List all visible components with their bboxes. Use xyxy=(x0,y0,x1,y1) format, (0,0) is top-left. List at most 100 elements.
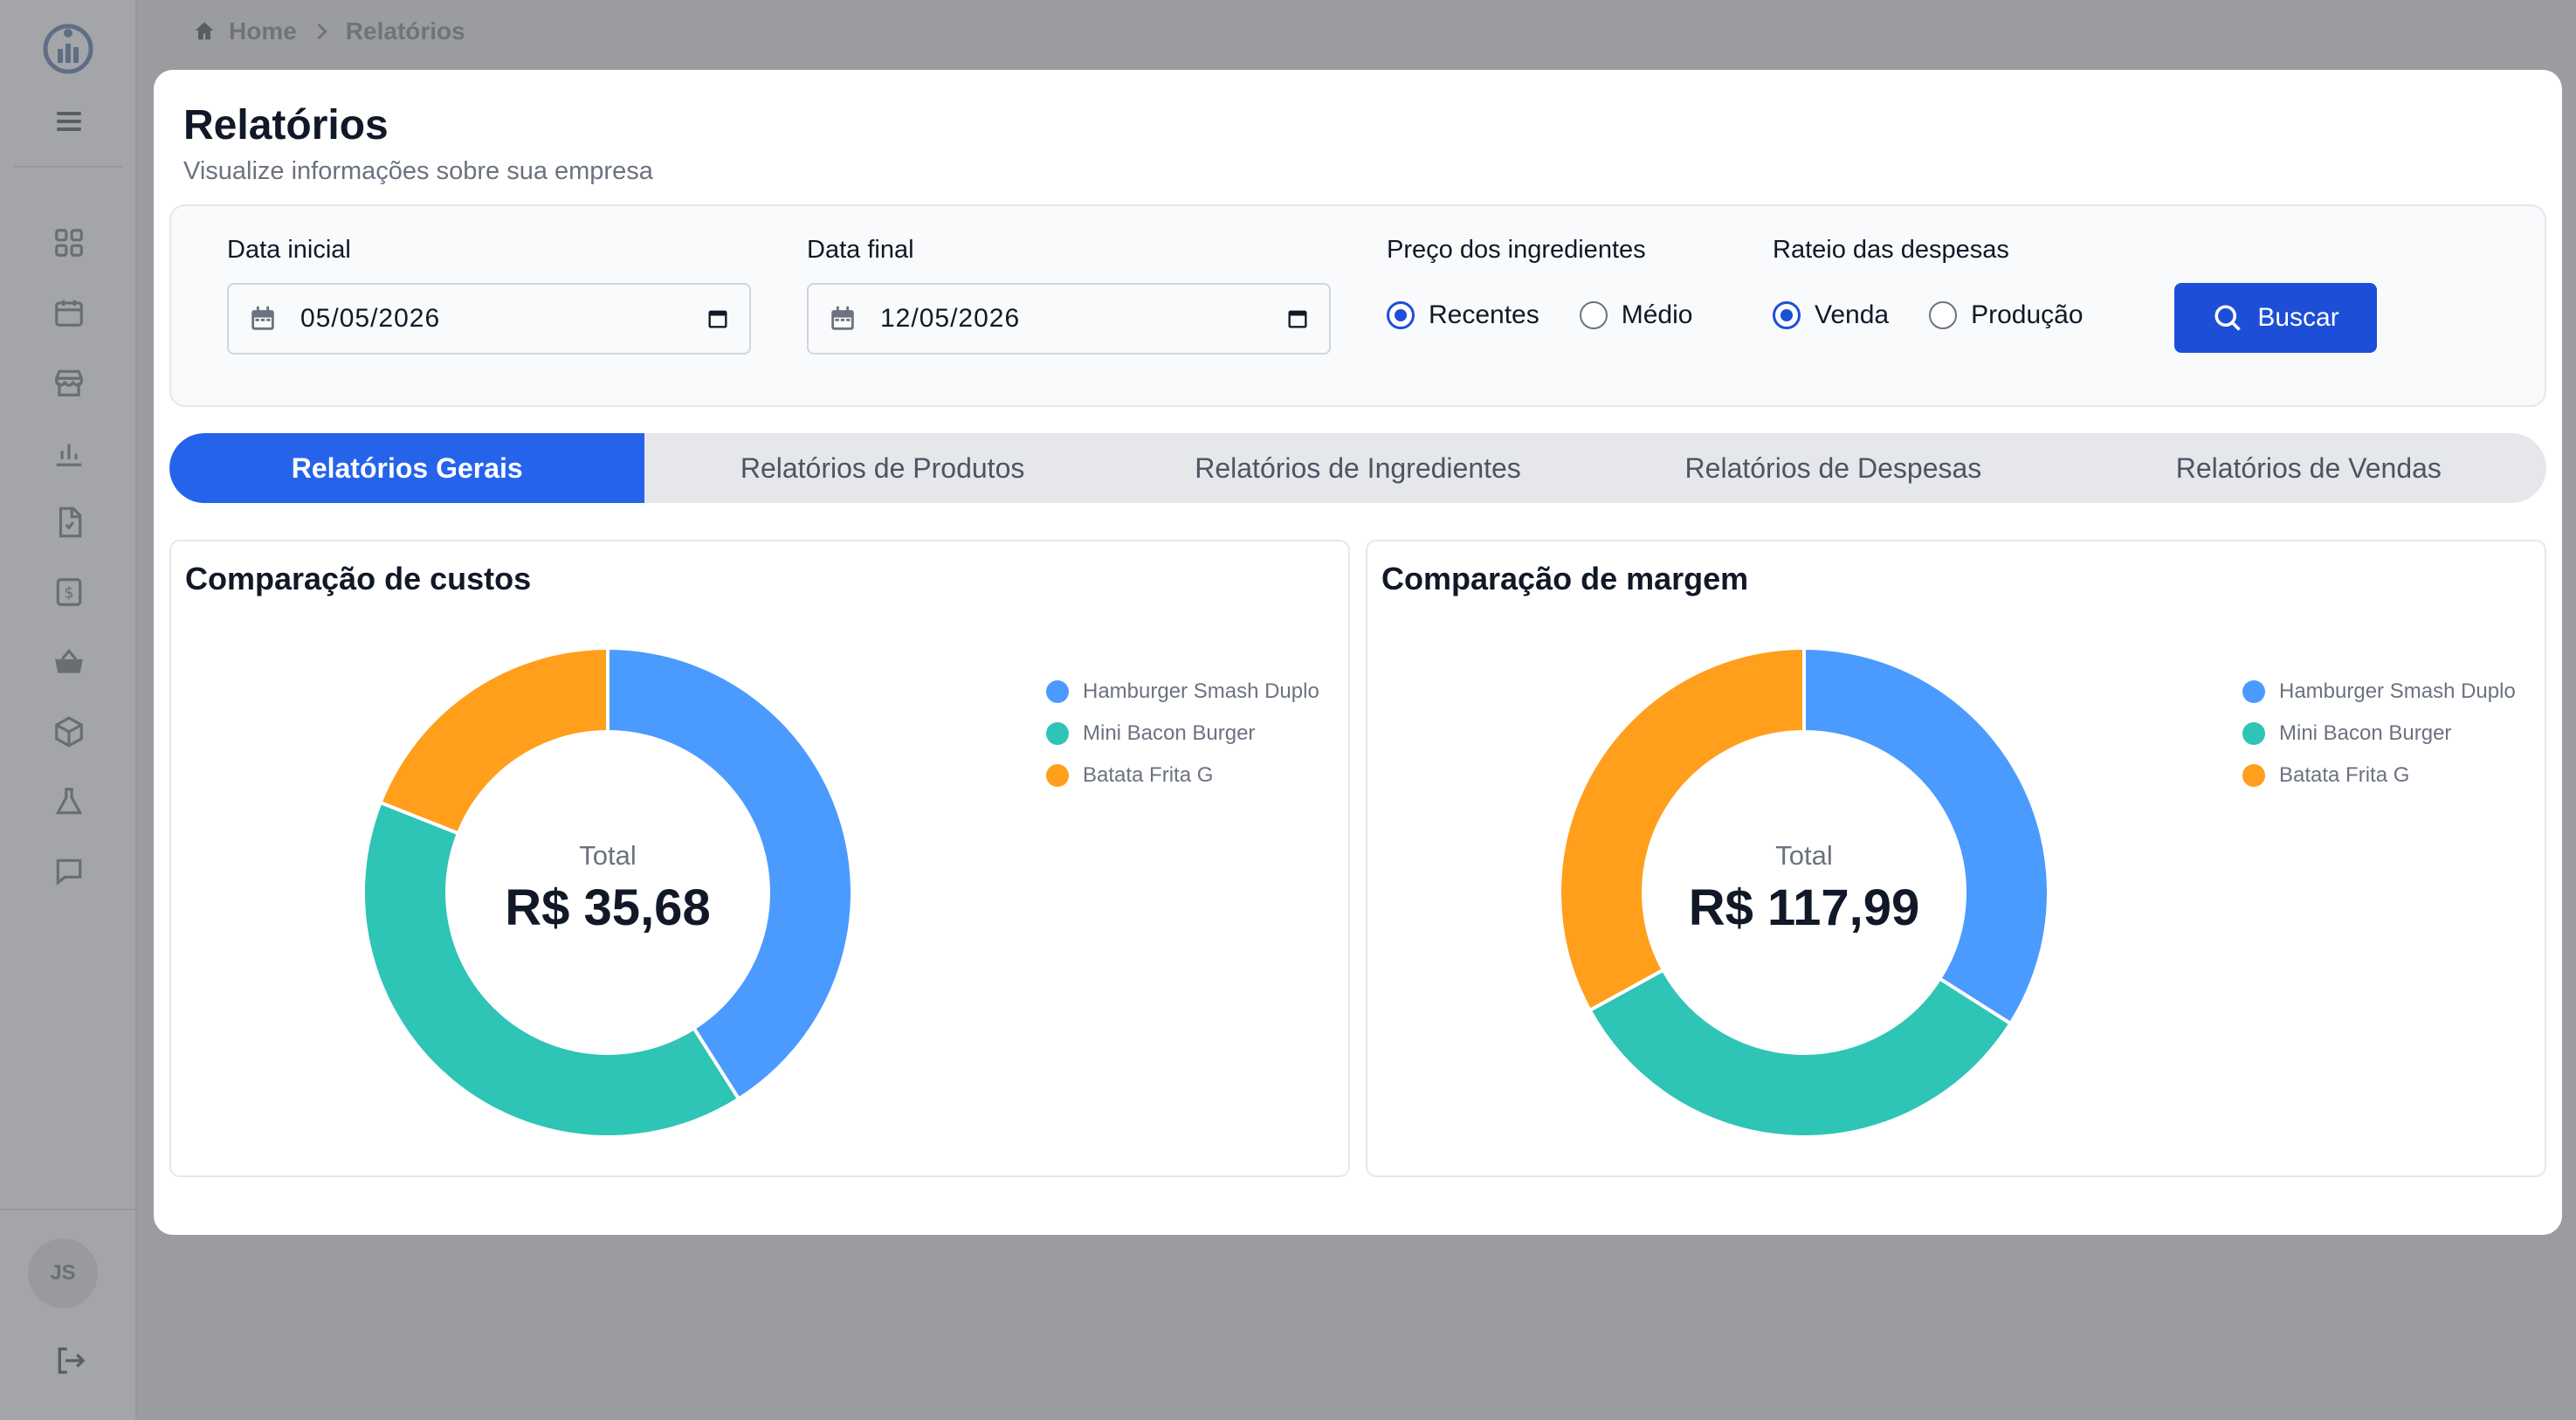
legend-swatch xyxy=(1046,722,1069,745)
logout-icon[interactable] xyxy=(52,1343,87,1378)
breadcrumb-home[interactable]: Home xyxy=(229,17,297,45)
sidebar-item-calendar[interactable] xyxy=(52,295,86,330)
legend-label: Batata Frita G xyxy=(1083,763,1214,787)
date-picker-icon[interactable] xyxy=(706,307,730,331)
radio-selected-indicator[interactable] xyxy=(1773,301,1801,329)
calendar-icon xyxy=(55,300,83,327)
legend-swatch xyxy=(2242,764,2265,787)
dashboard-icon xyxy=(55,229,83,257)
sidebar-item-finance[interactable]: $ xyxy=(52,575,86,610)
legend-label: Mini Bacon Burger xyxy=(1083,721,1256,745)
ingredient-price-radio-group: Recentes Médio xyxy=(1387,300,1732,330)
radio-medio[interactable]: Médio xyxy=(1579,300,1693,330)
legend-swatch xyxy=(2242,722,2265,745)
document-icon xyxy=(59,507,82,538)
search-button-label: Buscar xyxy=(2257,303,2339,332)
donut-slice-batata-frita-g[interactable] xyxy=(378,648,610,836)
sidebar-item-ingredients[interactable] xyxy=(52,784,86,819)
tab-relatorios-despesas[interactable]: Relatórios de Despesas xyxy=(1595,433,2070,503)
filters-panel: Data inicial 05/05/2026 Data final 12/05… xyxy=(169,204,2546,407)
legend-swatch xyxy=(1046,680,1069,703)
radio-label: Recentes xyxy=(1429,300,1539,329)
legend-label: Mini Bacon Burger xyxy=(2279,721,2452,745)
chart-title: Comparação de margem xyxy=(1381,561,1749,596)
bar-chart-icon xyxy=(56,444,82,466)
report-tabs: Relatórios Gerais Relatórios de Produtos… xyxy=(169,433,2546,503)
sidebar-item-messages[interactable] xyxy=(52,854,86,889)
search-button[interactable]: Buscar xyxy=(2174,283,2377,353)
donut-slice-mini-bacon-burger[interactable] xyxy=(363,800,741,1137)
sidebar-item-store[interactable] xyxy=(52,365,86,400)
expense-allocation-label: Rateio das despesas xyxy=(1773,236,2009,264)
end-date-label: Data final xyxy=(807,236,914,264)
legend-item[interactable]: Batata Frita G xyxy=(2242,755,2516,796)
breadcrumb: Home Relatórios xyxy=(192,17,465,45)
sidebar-item-reports[interactable] xyxy=(52,435,86,470)
legend-label: Hamburger Smash Duplo xyxy=(1083,679,1319,703)
page-title: Relatórios xyxy=(183,102,389,148)
end-date-input[interactable]: 12/05/2026 xyxy=(807,283,1331,355)
svg-text:$: $ xyxy=(64,584,73,602)
chart-legend: Hamburger Smash Duplo Mini Bacon Burger … xyxy=(1046,671,1319,796)
radio-label: Produção xyxy=(1971,300,2084,329)
expense-allocation-radio-group: Venda Produção xyxy=(1773,300,2124,330)
radio-indicator[interactable] xyxy=(1579,301,1608,329)
sidebar-item-dashboard[interactable] xyxy=(52,225,86,260)
start-date-value: 05/05/2026 xyxy=(300,304,441,333)
tab-relatorios-gerais[interactable]: Relatórios Gerais xyxy=(169,433,645,503)
box-icon xyxy=(55,716,83,748)
start-date-input[interactable]: 05/05/2026 xyxy=(227,283,751,355)
margin-donut-chart xyxy=(1560,648,2049,1137)
menu-icon[interactable] xyxy=(54,107,84,136)
legend-item[interactable]: Mini Bacon Burger xyxy=(2242,713,2516,755)
legend-item[interactable]: Mini Bacon Burger xyxy=(1046,713,1319,755)
legend-item[interactable]: Batata Frita G xyxy=(1046,755,1319,796)
radio-indicator[interactable] xyxy=(1929,301,1958,329)
sidebar-item-basket[interactable] xyxy=(52,645,86,679)
calendar-icon xyxy=(251,306,274,330)
donut-slice-hamburger-smash-duplo[interactable] xyxy=(1802,648,2049,1026)
legend-item[interactable]: Hamburger Smash Duplo xyxy=(2242,671,2516,713)
sidebar: $ JS xyxy=(0,0,137,1420)
radio-label: Venda xyxy=(1815,300,1890,329)
calendar-icon xyxy=(831,306,854,330)
cost-comparison-card: Comparação de custos Total R$ 35,68 Hamb… xyxy=(169,540,1350,1177)
donut-slice-mini-bacon-burger[interactable] xyxy=(1587,967,2014,1137)
cost-donut-chart xyxy=(363,648,852,1137)
margin-comparison-card: Comparação de margem Total R$ 117,99 Ham… xyxy=(1366,540,2546,1177)
legend-swatch xyxy=(1046,764,1069,787)
chat-icon xyxy=(56,858,82,886)
legend-label: Hamburger Smash Duplo xyxy=(2279,679,2516,703)
dollar-icon: $ xyxy=(56,578,82,606)
avatar[interactable]: JS xyxy=(28,1238,98,1308)
chart-title: Comparação de custos xyxy=(185,561,532,596)
home-icon xyxy=(195,22,214,40)
sidebar-item-documents[interactable] xyxy=(52,505,86,540)
flask-icon xyxy=(55,788,83,815)
donut-slice-batata-frita-g[interactable] xyxy=(1560,648,1806,1013)
radio-producao[interactable]: Produção xyxy=(1929,300,2084,330)
tab-relatorios-produtos[interactable]: Relatórios de Produtos xyxy=(644,433,1119,503)
radio-recentes[interactable]: Recentes xyxy=(1387,300,1539,330)
sidebar-divider xyxy=(14,166,122,168)
legend-label: Batata Frita G xyxy=(2279,763,2410,787)
legend-item[interactable]: Hamburger Smash Duplo xyxy=(1046,671,1319,713)
app-logo-icon[interactable] xyxy=(40,19,96,75)
radio-label: Médio xyxy=(1621,300,1693,329)
legend-swatch xyxy=(2242,680,2265,703)
sidebar-bottom-divider xyxy=(0,1209,137,1210)
chevron-right-icon xyxy=(317,23,327,40)
reports-panel: Relatórios Visualize informações sobre s… xyxy=(154,70,2562,1235)
basket-icon xyxy=(55,648,83,673)
tab-relatorios-ingredientes[interactable]: Relatórios de Ingredientes xyxy=(1120,433,1595,503)
sidebar-item-products[interactable] xyxy=(52,714,86,749)
tab-relatorios-vendas[interactable]: Relatórios de Vendas xyxy=(2071,433,2546,503)
date-picker-icon[interactable] xyxy=(1285,307,1310,331)
page-subtitle: Visualize informações sobre sua empresa xyxy=(183,157,653,185)
radio-selected-indicator[interactable] xyxy=(1387,301,1415,329)
chart-legend: Hamburger Smash Duplo Mini Bacon Burger … xyxy=(2242,671,2516,796)
radio-venda[interactable]: Venda xyxy=(1773,300,1889,330)
donut-slice-hamburger-smash-duplo[interactable] xyxy=(606,648,852,1102)
search-icon xyxy=(2214,305,2242,331)
breadcrumb-current: Relatórios xyxy=(345,17,465,45)
